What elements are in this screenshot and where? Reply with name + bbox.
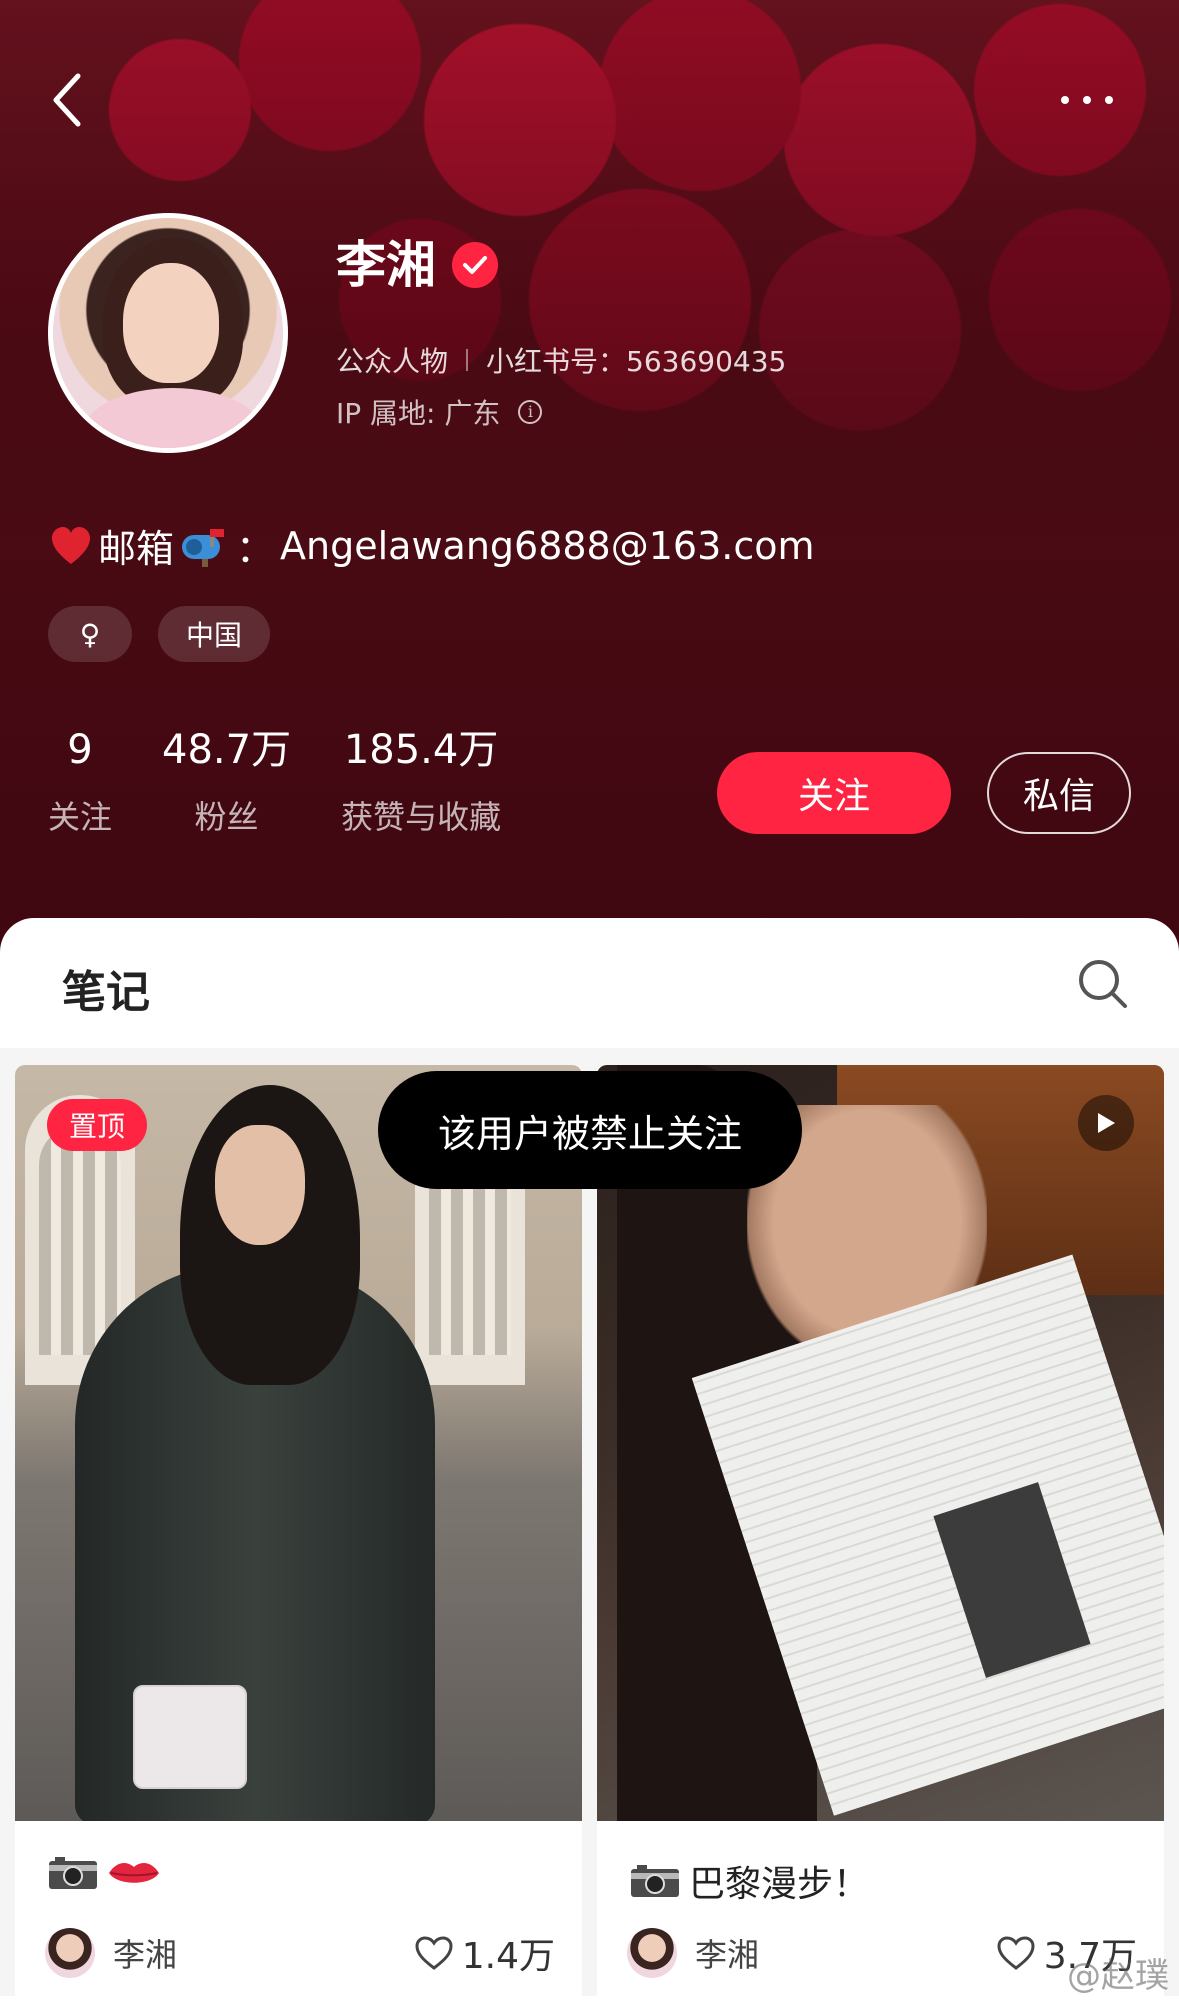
- profile-meta: 公众人物 小红书号：563690435: [336, 340, 786, 380]
- stat-label: 获赞与收藏: [341, 798, 502, 836]
- heart-outline-icon: [415, 1936, 453, 1970]
- ip-value: 广东: [444, 397, 501, 430]
- divider: [466, 349, 469, 371]
- author-name[interactable]: 李湘: [695, 1930, 759, 1976]
- tab-notes[interactable]: 笔记: [62, 956, 150, 1020]
- toast-message: 该用户被禁止关注: [378, 1071, 802, 1189]
- search-button[interactable]: [1077, 958, 1129, 1010]
- more-dot-icon: [1061, 96, 1069, 104]
- author-avatar[interactable]: [627, 1928, 677, 1978]
- note-title: 巴黎漫步！: [629, 1855, 869, 1907]
- stat-likes-collections[interactable]: 185.4万 获赞与收藏: [341, 728, 501, 838]
- stat-following[interactable]: 9 关注: [48, 728, 112, 838]
- pinned-badge: 置顶: [47, 1099, 147, 1151]
- bio-mail-label: 邮箱: [98, 527, 175, 571]
- gender-tag: ♀: [48, 606, 132, 662]
- bio-email[interactable]: Angelawang6888@163.com: [280, 524, 814, 568]
- like-button[interactable]: 1.4万: [414, 1927, 555, 1979]
- video-play-icon: [1078, 1095, 1134, 1151]
- chevron-left-icon: [53, 73, 81, 127]
- like-count: 1.4万: [461, 1936, 555, 1977]
- ip-label: IP 属地:: [336, 397, 445, 430]
- note-title: [47, 1855, 169, 1891]
- note-footer: 李湘 3.7万: [627, 1925, 1137, 1981]
- mailbox-icon: [182, 528, 225, 567]
- note-title-text: 巴黎漫步！: [689, 1864, 870, 1905]
- more-options-button[interactable]: [1047, 80, 1127, 120]
- stat-label: 关注: [48, 798, 113, 836]
- profile-category: 公众人物: [336, 345, 449, 378]
- info-icon[interactable]: i: [518, 400, 543, 424]
- heart-icon: [52, 526, 90, 564]
- stat-value: 185.4万: [343, 727, 499, 773]
- profile-name: 李湘: [336, 236, 436, 294]
- note-card[interactable]: 巴黎漫步！ 李湘 3.7万: [597, 1065, 1164, 2005]
- profile-header: 李湘 公众人物 小红书号：563690435 IP 属地: 广东 i 邮箱 ： …: [0, 0, 1179, 960]
- author-avatar[interactable]: [45, 1928, 95, 1978]
- camera-icon: [631, 1865, 679, 1897]
- stat-value: 48.7万: [162, 727, 292, 773]
- note-footer: 李湘 1.4万: [45, 1925, 555, 1981]
- red-id-value: 563690435: [626, 345, 787, 378]
- message-button[interactable]: 私信: [987, 752, 1131, 834]
- profile-tags: ♀ 中国: [48, 606, 271, 662]
- watermark: @赵璞: [1067, 1956, 1169, 1996]
- name-row: 李湘: [336, 240, 498, 290]
- camera-icon: [49, 1857, 97, 1889]
- profile-stats: 9 关注 48.7万 粉丝 185.4万 获赞与收藏: [48, 728, 551, 838]
- note-card[interactable]: 置顶 李湘 1.4万: [15, 1065, 582, 2005]
- female-icon: ♀: [79, 617, 101, 651]
- lips-icon: [109, 1863, 159, 1883]
- more-dot-icon: [1083, 96, 1091, 104]
- stat-label: 粉丝: [194, 798, 259, 836]
- red-id[interactable]: 小红书号：563690435: [486, 340, 786, 380]
- notes-tab-bar: 笔记: [0, 918, 1179, 1049]
- back-button[interactable]: [44, 70, 94, 130]
- heart-outline-icon: [997, 1936, 1035, 1970]
- profile-avatar[interactable]: [48, 213, 288, 453]
- stat-followers[interactable]: 48.7万 粉丝: [162, 728, 291, 838]
- red-id-label: 小红书号：: [486, 345, 627, 378]
- more-dot-icon: [1105, 96, 1113, 104]
- author-name[interactable]: 李湘: [113, 1930, 177, 1976]
- bio-colon: ：: [236, 527, 275, 571]
- stat-value: 9: [67, 727, 93, 773]
- verified-badge-icon[interactable]: [452, 242, 498, 288]
- notes-grid: 置顶 李湘 1.4万 巴黎漫步！ 李湘 3.7万: [0, 1048, 1179, 2005]
- region-label: 中国: [186, 619, 243, 652]
- region-tag: 中国: [158, 606, 271, 662]
- profile-bio: 邮箱 ： Angelawang6888@163.com: [50, 518, 815, 573]
- ip-location: IP 属地: 广东 i: [336, 392, 543, 432]
- search-icon: [1079, 960, 1127, 1008]
- follow-button[interactable]: 关注: [717, 752, 951, 834]
